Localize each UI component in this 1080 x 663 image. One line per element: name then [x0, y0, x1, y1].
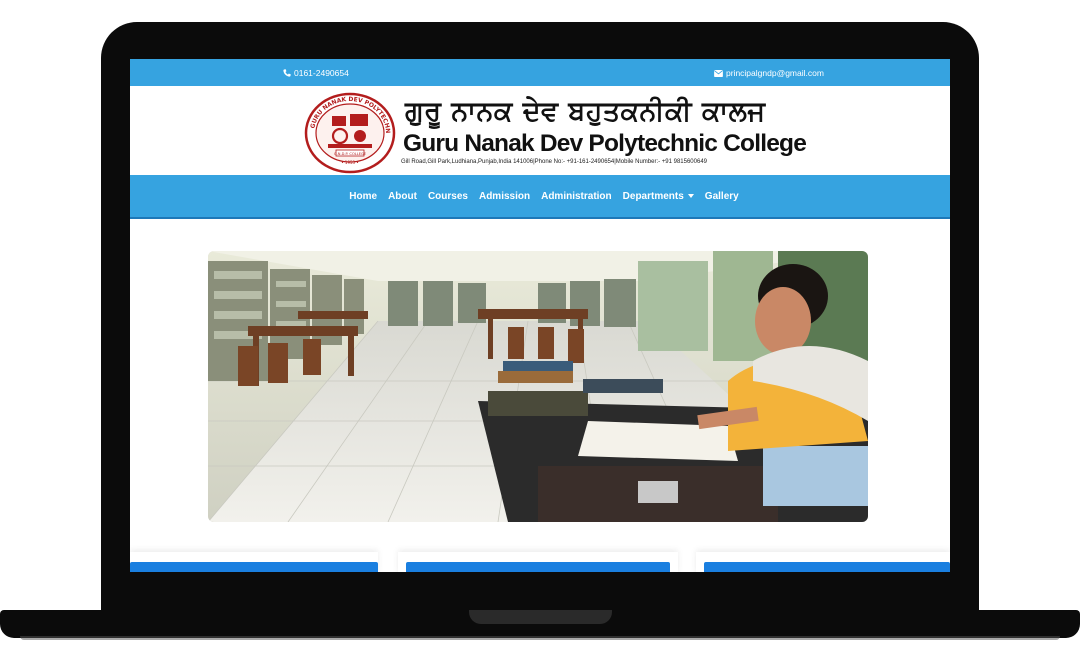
nav-gallery[interactable]: Gallery	[705, 191, 739, 202]
nav-admission[interactable]: Admission	[479, 191, 530, 202]
info-cards-row	[130, 552, 950, 572]
info-card-1	[130, 552, 378, 572]
topbar-phone[interactable]: 0161-2490654	[283, 68, 349, 78]
brand-header: GURU NANAK DEV POLYTECHNIC COLLEGE G.N.D…	[130, 86, 950, 175]
nav-about-label: About	[388, 190, 417, 202]
nav-administration[interactable]: Administration	[541, 191, 612, 202]
nav-admission-label: Admission	[478, 190, 531, 202]
nav-administration-label: Administration	[541, 190, 612, 202]
phone-number: 0161-2490654	[294, 68, 349, 78]
info-card-1-header	[130, 562, 378, 572]
nav-about[interactable]: About	[388, 191, 417, 202]
svg-text:• 1953 •: • 1953 •	[341, 160, 358, 165]
caret-down-icon	[687, 194, 694, 198]
topbar-email[interactable]: principalgndp@gmail.com	[714, 68, 824, 78]
svg-text:G.N.D.P. COLLEGE: G.N.D.P. COLLEGE	[334, 152, 367, 156]
nav-gallery-label: Gallery	[704, 190, 739, 202]
info-card-3-header	[704, 562, 950, 572]
nav-menu: Home About Courses Admission Administrat…	[130, 175, 950, 217]
phone-icon	[283, 69, 291, 77]
nav-courses[interactable]: Courses	[428, 191, 468, 202]
college-name-english: Guru Nanak Dev Polytechnic College	[403, 130, 807, 157]
info-card-2-header	[406, 562, 670, 572]
nav-home-label: Home	[349, 190, 378, 202]
laptop-mockup: 0161-2490654 principalgndp@gmail.com GUR…	[0, 0, 1080, 663]
website-screen: 0161-2490654 principalgndp@gmail.com GUR…	[130, 59, 950, 572]
envelope-icon	[714, 69, 723, 77]
nav-home[interactable]: Home	[349, 191, 377, 202]
college-name-punjabi: ਗੁਰੂ ਨਾਨਕ ਦੇਵ ਬਹੁਤਕਨੀਕੀ ਕਾਲਜ	[405, 96, 766, 127]
laptop-notch	[469, 610, 612, 624]
nav-departments-label: Departments	[622, 190, 684, 202]
college-address: Gill Road,Gill Park,Ludhiana,Punjab,Indi…	[401, 159, 707, 165]
college-logo[interactable]: GURU NANAK DEV POLYTECHNIC COLLEGE G.N.D…	[304, 92, 396, 174]
info-card-2	[398, 552, 678, 572]
contact-topbar: 0161-2490654 principalgndp@gmail.com	[130, 59, 950, 86]
library-photo	[208, 251, 868, 522]
hero-library-photo	[208, 251, 868, 522]
main-navbar: Home About Courses Admission Administrat…	[130, 175, 950, 219]
nav-departments-dropdown[interactable]: Departments	[623, 191, 694, 202]
laptop-shadow	[20, 636, 1060, 640]
info-card-3	[696, 552, 950, 572]
email-address: principalgndp@gmail.com	[726, 68, 824, 78]
nav-courses-label: Courses	[427, 190, 468, 202]
